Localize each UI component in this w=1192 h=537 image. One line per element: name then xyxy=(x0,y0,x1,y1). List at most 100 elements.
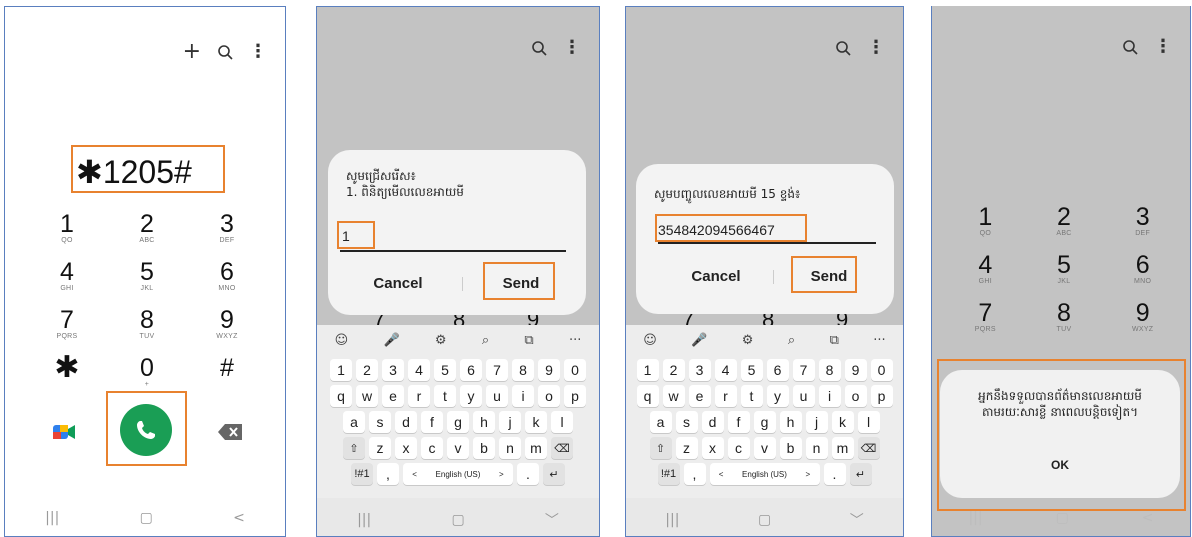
key-l[interactable]: l xyxy=(551,411,573,433)
shift-key[interactable]: ⇧ xyxy=(343,437,365,459)
key-5[interactable]: 5 xyxy=(434,359,456,381)
key-g[interactable]: g xyxy=(447,411,469,433)
key-x[interactable]: x xyxy=(395,437,417,459)
dial-key-1[interactable]: 1 QO xyxy=(946,204,1025,246)
home-button[interactable]: ▢ xyxy=(140,510,153,526)
key-v[interactable]: v xyxy=(753,437,776,459)
key-q[interactable]: q xyxy=(636,385,659,407)
key-u[interactable]: u xyxy=(792,385,815,407)
cancel-button[interactable]: Cancel xyxy=(676,268,756,285)
home-button[interactable]: ▢ xyxy=(451,512,464,528)
key-3[interactable]: 3 xyxy=(688,359,711,381)
key-w[interactable]: w xyxy=(662,385,685,407)
enter-key[interactable]: ↵ xyxy=(849,463,872,485)
key-4[interactable]: 4 xyxy=(408,359,430,381)
key-p[interactable]: p xyxy=(564,385,586,407)
key-o[interactable]: o xyxy=(844,385,867,407)
dial-key-2[interactable]: 2 ABC xyxy=(1025,204,1104,246)
key-c[interactable]: c xyxy=(727,437,750,459)
key-w[interactable]: w xyxy=(356,385,378,407)
key-d[interactable]: d xyxy=(701,411,724,433)
key-f[interactable]: f xyxy=(727,411,750,433)
search-icon[interactable]: ⌕ xyxy=(788,333,795,348)
cancel-button[interactable]: Cancel xyxy=(358,275,438,292)
search-icon[interactable] xyxy=(1122,39,1138,55)
more-options-icon[interactable]: ⋮ xyxy=(1154,38,1172,56)
more-icon[interactable]: ··· xyxy=(569,333,581,348)
key-x[interactable]: x xyxy=(701,437,724,459)
key-g[interactable]: g xyxy=(753,411,776,433)
emoji-icon[interactable]: ☺ xyxy=(643,333,657,348)
key-j[interactable]: j xyxy=(499,411,521,433)
key-u[interactable]: u xyxy=(486,385,508,407)
delete-key[interactable]: ⌫ xyxy=(551,437,573,459)
key-t[interactable]: t xyxy=(740,385,763,407)
key-e[interactable]: e xyxy=(382,385,404,407)
recents-button[interactable]: ||| xyxy=(665,512,679,528)
key-d[interactable]: d xyxy=(395,411,417,433)
key-y[interactable]: y xyxy=(460,385,482,407)
key-i[interactable]: i xyxy=(512,385,534,407)
key-9[interactable]: 9 xyxy=(844,359,867,381)
key-k[interactable]: k xyxy=(525,411,547,433)
dial-key-7[interactable]: 7 PQRS xyxy=(27,307,107,349)
microphone-icon[interactable]: 🎤 xyxy=(691,333,707,348)
key-4[interactable]: 4 xyxy=(714,359,737,381)
comma-key[interactable]: , xyxy=(683,463,706,485)
more-options-icon[interactable]: ⋮ xyxy=(867,39,885,57)
dial-key-1[interactable]: 1 QO xyxy=(27,211,107,253)
settings-icon[interactable]: ⚙ xyxy=(435,333,447,348)
key-e[interactable]: e xyxy=(688,385,711,407)
space-bar[interactable]: < English (US) > xyxy=(709,463,820,485)
dial-key-9[interactable]: 9 WXYZ xyxy=(1103,300,1182,342)
dial-key-6[interactable]: 6 MNO xyxy=(187,259,267,301)
dial-key-4[interactable]: 4 GHI xyxy=(27,259,107,301)
key-1[interactable]: 1 xyxy=(330,359,352,381)
key-3[interactable]: 3 xyxy=(382,359,404,381)
key-z[interactable]: z xyxy=(675,437,698,459)
home-button[interactable]: ▢ xyxy=(758,512,771,528)
key-1[interactable]: 1 xyxy=(636,359,659,381)
key-a[interactable]: a xyxy=(343,411,365,433)
key-p[interactable]: p xyxy=(870,385,893,407)
dial-key-7[interactable]: 7 PQRS xyxy=(946,300,1025,342)
symbols-key[interactable]: !#1 xyxy=(351,463,373,485)
comma-key[interactable]: , xyxy=(377,463,399,485)
dial-key-9[interactable]: 9 WXYZ xyxy=(187,307,267,349)
hide-keyboard-button[interactable]: ﹀ xyxy=(850,510,864,530)
key-b[interactable]: b xyxy=(473,437,495,459)
key-q[interactable]: q xyxy=(330,385,352,407)
key-m[interactable]: m xyxy=(525,437,547,459)
key-z[interactable]: z xyxy=(369,437,391,459)
dial-key-3[interactable]: 3 DEF xyxy=(187,211,267,253)
key-l[interactable]: l xyxy=(857,411,880,433)
key-k[interactable]: k xyxy=(831,411,854,433)
dial-key-5[interactable]: 5 JKL xyxy=(107,259,187,301)
key-h[interactable]: h xyxy=(779,411,802,433)
key-n[interactable]: n xyxy=(499,437,521,459)
key-o[interactable]: o xyxy=(538,385,560,407)
dial-key-star[interactable]: ✱ xyxy=(27,353,107,397)
home-button[interactable]: ▢ xyxy=(1056,510,1069,526)
key-6[interactable]: 6 xyxy=(460,359,482,381)
recents-button[interactable]: ||| xyxy=(45,510,59,526)
microphone-icon[interactable]: 🎤 xyxy=(383,333,399,348)
shift-key[interactable]: ⇧ xyxy=(649,437,672,459)
key-7[interactable]: 7 xyxy=(792,359,815,381)
dial-key-4[interactable]: 4 GHI xyxy=(946,252,1025,294)
key-i[interactable]: i xyxy=(818,385,841,407)
emoji-icon[interactable]: ☺ xyxy=(335,333,349,348)
key-r[interactable]: r xyxy=(408,385,430,407)
search-icon[interactable]: ⌕ xyxy=(482,333,489,348)
enter-key[interactable]: ↵ xyxy=(543,463,565,485)
period-key[interactable]: . xyxy=(823,463,846,485)
search-icon[interactable] xyxy=(531,40,547,56)
more-options-icon[interactable]: ⋮ xyxy=(563,39,581,57)
key-0[interactable]: 0 xyxy=(870,359,893,381)
key-v[interactable]: v xyxy=(447,437,469,459)
key-s[interactable]: s xyxy=(369,411,391,433)
key-y[interactable]: y xyxy=(766,385,789,407)
key-0[interactable]: 0 xyxy=(564,359,586,381)
symbols-key[interactable]: !#1 xyxy=(657,463,680,485)
space-bar[interactable]: < English (US) > xyxy=(403,463,513,485)
